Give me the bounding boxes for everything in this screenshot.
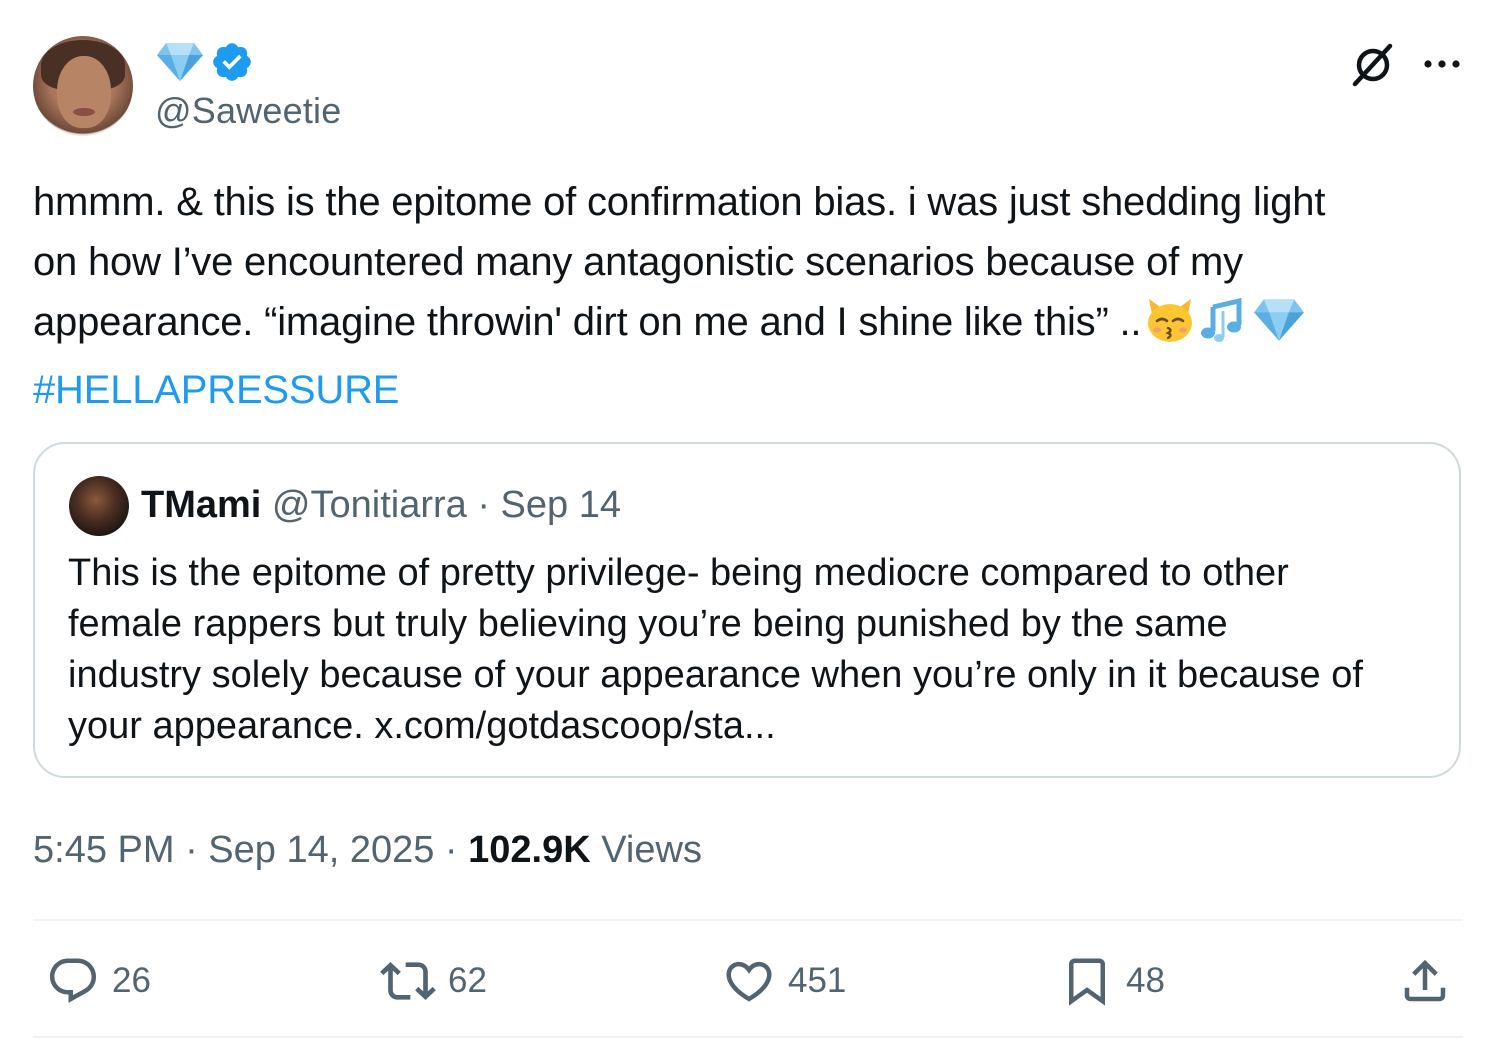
tweet-text-line: appearance. “imagine throwin' dirt on me… — [33, 300, 1142, 344]
quoted-text-line: female rappers but truly believing you’r… — [68, 603, 1228, 645]
divider — [33, 919, 1463, 921]
divider — [33, 1036, 1463, 1038]
tweet: @Saweetie hmmm. & this is the epitome of… — [0, 0, 1500, 1039]
avatar-lips — [73, 108, 95, 116]
grok-icon[interactable] — [1350, 42, 1396, 88]
tweet-text: hmmm. & this is the epitome of confirmat… — [33, 172, 1473, 420]
quoted-tweet[interactable]: TMami @Tonitiarra · Sep 14 This is the e… — [33, 442, 1461, 778]
quoted-header: TMami @Tonitiarra · Sep 14 — [141, 480, 621, 530]
quoted-text-line: This is the epitome of pretty privilege-… — [68, 552, 1289, 594]
timestamp[interactable]: 5:45 PM · Sep 14, 2025 · — [33, 829, 468, 871]
views-count: 102.9K — [468, 829, 591, 871]
avatar[interactable] — [33, 36, 133, 136]
author-handle[interactable]: @Saweetie — [155, 90, 341, 132]
share-icon — [1398, 954, 1452, 1008]
quoted-text: This is the epitome of pretty privilege-… — [68, 548, 1448, 752]
quoted-text-line: your appearance. x.com/gotdascoop/sta... — [68, 705, 776, 747]
like-count: 451 — [788, 961, 847, 1000]
tweet-text-line: on how I’ve encountered many antagonisti… — [33, 240, 1243, 284]
quoted-text-line: industry solely because of your appearan… — [68, 654, 1363, 696]
like-button[interactable]: 451 — [722, 953, 846, 1009]
bookmark-icon — [1060, 954, 1114, 1008]
reply-icon — [46, 954, 100, 1008]
music-notes-icon — [1199, 297, 1249, 360]
repost-count: 62 — [448, 961, 487, 1000]
gem-icon — [1253, 297, 1305, 360]
author-name-row[interactable] — [156, 40, 254, 84]
bookmark-count: 48 — [1126, 961, 1165, 1000]
tweet-text-line: hmmm. & this is the epitome of confirmat… — [33, 180, 1326, 224]
diamond-icon — [156, 41, 204, 83]
more-options-icon[interactable] — [1420, 44, 1464, 84]
timestamp-row: 5:45 PM · Sep 14, 2025 · 102.9K Views — [33, 824, 702, 876]
quoted-author-meta: @Tonitiarra · Sep 14 — [271, 484, 621, 526]
repost-button[interactable]: 62 — [380, 953, 487, 1009]
reply-button[interactable]: 26 — [46, 953, 151, 1009]
hashtag-link[interactable]: #HELLAPRESSURE — [33, 360, 1473, 420]
tweet-text-line-with-emoji: appearance. “imagine throwin' dirt on me… — [33, 292, 1473, 360]
repost-icon — [380, 953, 436, 1009]
avatar-face — [57, 56, 111, 128]
heart-icon — [722, 954, 776, 1008]
reply-count: 26 — [112, 961, 151, 1000]
verified-icon[interactable] — [210, 40, 254, 84]
quoted-avatar[interactable] — [69, 476, 129, 536]
views-label: Views — [590, 829, 702, 871]
share-button[interactable] — [1398, 953, 1452, 1009]
bookmark-button[interactable]: 48 — [1060, 953, 1165, 1009]
kissing-cat-icon — [1145, 297, 1195, 360]
quoted-author-name[interactable]: TMami — [141, 484, 261, 526]
